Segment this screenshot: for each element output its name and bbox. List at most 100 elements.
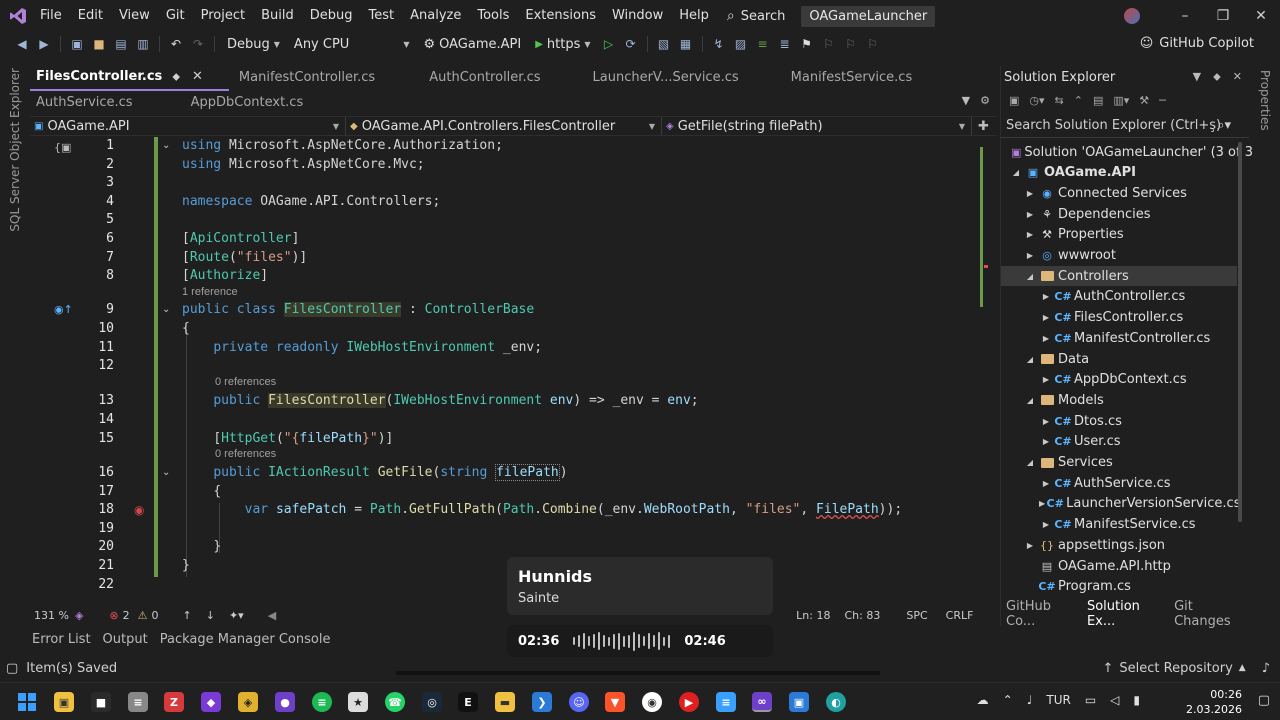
tab-git-changes[interactable]: Git Changes	[1168, 599, 1250, 629]
windows-start-icon[interactable]	[17, 692, 37, 712]
steam-icon[interactable]: ◎	[422, 692, 442, 712]
horizontal-scroll-left-icon[interactable]: ◀	[268, 609, 276, 622]
tree-item[interactable]: ▶ ⚘ Dependencies	[1001, 204, 1237, 224]
member-selector[interactable]: ◈ GetFile(string filePath) ▼	[662, 117, 972, 135]
redo-icon[interactable]: ↷	[190, 36, 206, 52]
startup-project-dropdown[interactable]: ⚙ OAGame.API	[419, 37, 525, 52]
save-all-icon[interactable]: ▥	[135, 36, 151, 52]
search-button[interactable]: ⌕ Search	[717, 8, 796, 24]
start-debugging-button[interactable]: ▶ https ▼	[531, 37, 594, 52]
collapsed-chevron-icon[interactable]: ▶	[1039, 334, 1053, 343]
app-icon[interactable]: ▣	[789, 692, 809, 712]
diagnostics-icon[interactable]: ▨	[733, 36, 749, 52]
tree-item[interactable]: ▤ OAGame.API.http	[1001, 556, 1237, 576]
clock[interactable]: 00:26 2.03.2026	[1186, 687, 1242, 717]
waveform[interactable]	[573, 631, 671, 651]
close-icon[interactable]: ✕	[1233, 70, 1242, 84]
clear-bookmarks-icon[interactable]: ⚐	[865, 36, 881, 52]
microphone-icon[interactable]: ♩	[1027, 693, 1033, 707]
restore-icon[interactable]: ❐	[1204, 8, 1242, 24]
volume-icon[interactable]: ◁	[1110, 693, 1119, 707]
tab-list-dropdown-icon[interactable]: ▼	[962, 94, 970, 107]
tab-manifestservice[interactable]: ManifestService.cs	[765, 66, 939, 90]
visual-studio-icon[interactable]: ∞	[752, 692, 772, 712]
solution-explorer-search-input[interactable]: Search Solution Explorer (Ctrl+ş) ⌕▾	[1001, 116, 1249, 138]
menu-debug[interactable]: Debug	[302, 0, 361, 32]
properties-tab[interactable]: Properties	[1258, 70, 1272, 131]
filter-icon[interactable]: ▥▾	[1113, 94, 1129, 107]
open-folder-icon[interactable]: ■	[91, 36, 107, 52]
tree-item[interactable]: ▶ ◉ Connected Services	[1001, 183, 1237, 203]
tree-item[interactable]: ▶ ◎ wwwroot	[1001, 246, 1237, 266]
notifications-bell-icon[interactable]: ♪	[1262, 661, 1270, 676]
expanded-chevron-icon[interactable]: ◢	[1023, 458, 1037, 467]
whitespace-mode[interactable]: SPC	[906, 609, 927, 622]
epic-games-icon[interactable]: E	[458, 692, 478, 712]
whatsapp-icon[interactable]: ☎	[385, 692, 405, 712]
next-issue-icon[interactable]: ↓	[206, 609, 215, 622]
uncomment-icon[interactable]: ≣	[777, 36, 793, 52]
bookmark-icon[interactable]: ⚑	[799, 36, 815, 52]
collapsed-chevron-icon[interactable]: ▶	[1039, 375, 1053, 384]
zoom-dropdown-icon[interactable]: ◈	[75, 609, 83, 622]
expanded-chevron-icon[interactable]: ◢	[1023, 272, 1037, 281]
user-avatar[interactable]	[1124, 8, 1140, 24]
brave-icon[interactable]: ▼	[605, 692, 625, 712]
next-bookmark-icon[interactable]: ⚐	[843, 36, 859, 52]
tree-item[interactable]: ▶ C# ManifestController.cs	[1001, 328, 1237, 348]
tree-item[interactable]: ▶ C# LauncherVersionService.cs	[1001, 494, 1240, 514]
input-language[interactable]: TUR	[1046, 693, 1070, 707]
collapsed-chevron-icon[interactable]: ▶	[1039, 292, 1053, 301]
forward-icon[interactable]: ▶	[36, 36, 52, 52]
collapse-all-icon[interactable]: ⌃	[1074, 94, 1083, 107]
notification-center-icon[interactable]: ▢	[1258, 693, 1270, 708]
panel-menu-icon[interactable]: ▼	[1193, 70, 1201, 84]
sync-icon[interactable]: ⇆	[1055, 94, 1064, 107]
codelens-references[interactable]: 1 reference	[182, 286, 238, 298]
step-icon[interactable]: ↯	[711, 36, 727, 52]
codelens-references[interactable]: 0 references	[215, 448, 276, 460]
history-icon[interactable]: ◷▾	[1029, 94, 1044, 107]
preview-icon[interactable]: ─	[1159, 94, 1166, 107]
error-icon[interactable]: ⊗	[109, 609, 118, 622]
browse-icon[interactable]: ▧	[656, 36, 672, 52]
tab-manifestcontroller[interactable]: ManifestController.cs	[233, 66, 401, 90]
tree-item[interactable]: ◢ ▣ OAGame.API	[1001, 163, 1237, 183]
show-all-files-icon[interactable]: ▤	[1093, 94, 1103, 107]
menu-window[interactable]: Window	[604, 0, 671, 32]
browser-icon[interactable]: ◐	[826, 692, 846, 712]
media-player-icon[interactable]: ▶	[679, 692, 699, 712]
layout-icon[interactable]: ▦	[678, 36, 694, 52]
store-icon[interactable]: ▣	[54, 692, 74, 712]
warning-icon[interactable]: ⚠	[138, 609, 148, 622]
start-without-debugging-icon[interactable]: ▷	[601, 36, 617, 52]
spotify-icon[interactable]: ≡	[312, 692, 332, 712]
network-icon[interactable]: ▭	[1085, 693, 1096, 707]
menu-extensions[interactable]: Extensions	[517, 0, 604, 32]
expanded-chevron-icon[interactable]: ◢	[1009, 168, 1023, 177]
menu-view[interactable]: View	[111, 0, 158, 32]
vertical-scrollbar[interactable]	[978, 147, 988, 307]
code-editor[interactable]: {▣ ◉↑ ◉ 1 2 3 4 5 6 7 8 9 10 11 12 13 14…	[30, 137, 988, 603]
switch-views-icon[interactable]: ▣	[1009, 94, 1019, 107]
tab-launcherversionservice[interactable]: LauncherV...Service.cs	[567, 66, 765, 90]
expanded-chevron-icon[interactable]: ◢	[1023, 355, 1037, 364]
menu-file[interactable]: File	[32, 0, 70, 32]
menu-project[interactable]: Project	[193, 0, 253, 32]
tree-item[interactable]: ▶ C# FilesController.cs	[1001, 308, 1237, 328]
sourcetree-icon[interactable]: ◈	[238, 692, 258, 712]
sql-server-object-explorer-tab[interactable]: SQL Server Object Explorer	[8, 68, 22, 232]
show-hidden-icons-chevron-icon[interactable]: ⌃	[1003, 693, 1013, 707]
tree-item[interactable]: ◢ Models	[1001, 390, 1237, 410]
select-repository-button[interactable]: ↑ Select Repository ▲	[1103, 661, 1246, 676]
tab-error-list[interactable]: Error List	[32, 632, 91, 647]
collapsed-chevron-icon[interactable]: ▶	[1039, 499, 1045, 508]
app-icon[interactable]: ★	[348, 692, 368, 712]
notepad-icon[interactable]: ≡	[716, 692, 736, 712]
collapsed-chevron-icon[interactable]: ▶	[1039, 417, 1053, 426]
tree-item[interactable]: ◢ Data	[1001, 349, 1237, 369]
error-count[interactable]: 2	[123, 609, 130, 622]
undo-icon[interactable]: ↶	[168, 36, 184, 52]
tab-filescontroller[interactable]: FilesController.cs ⬥ ✕	[30, 65, 229, 91]
properties-wrench-icon[interactable]: ⚒	[1139, 94, 1149, 107]
